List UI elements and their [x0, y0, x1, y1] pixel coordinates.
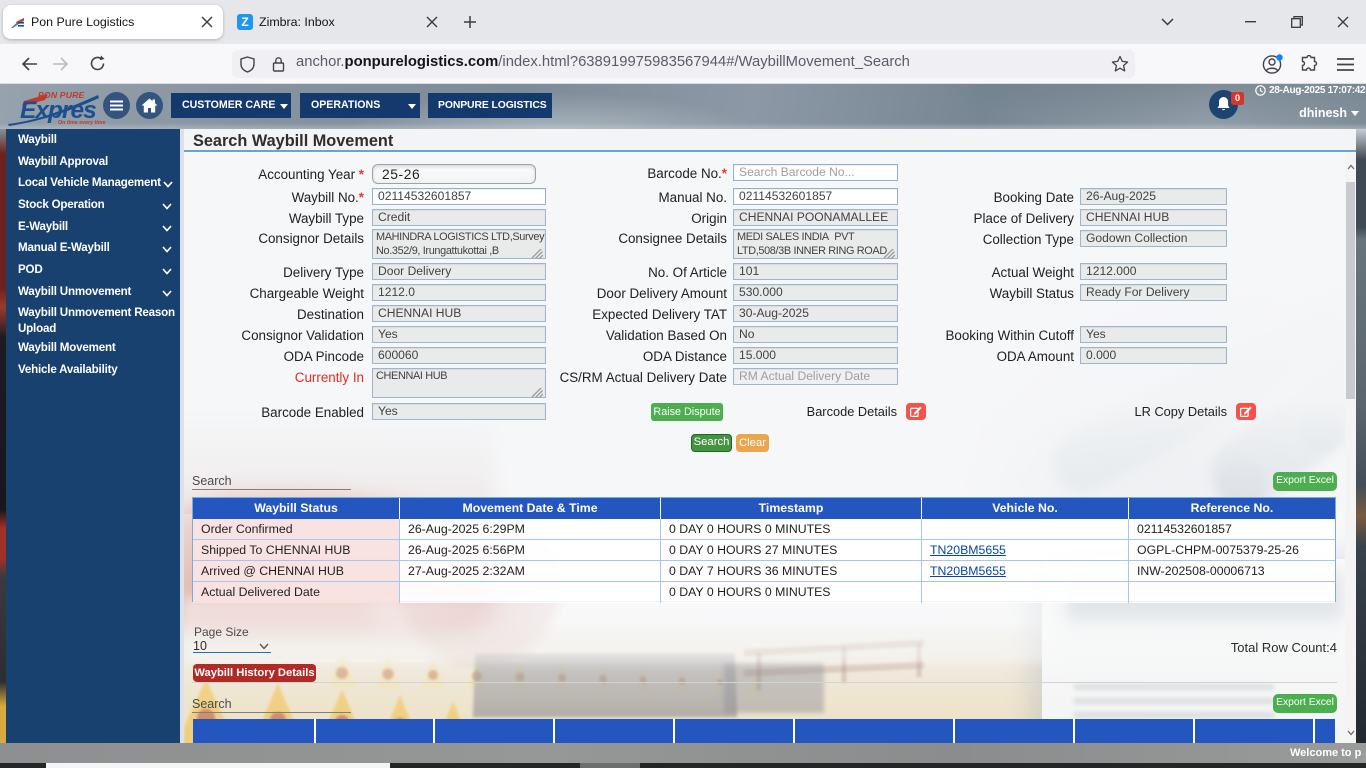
svg-text:On time every time: On time every time: [58, 120, 105, 126]
